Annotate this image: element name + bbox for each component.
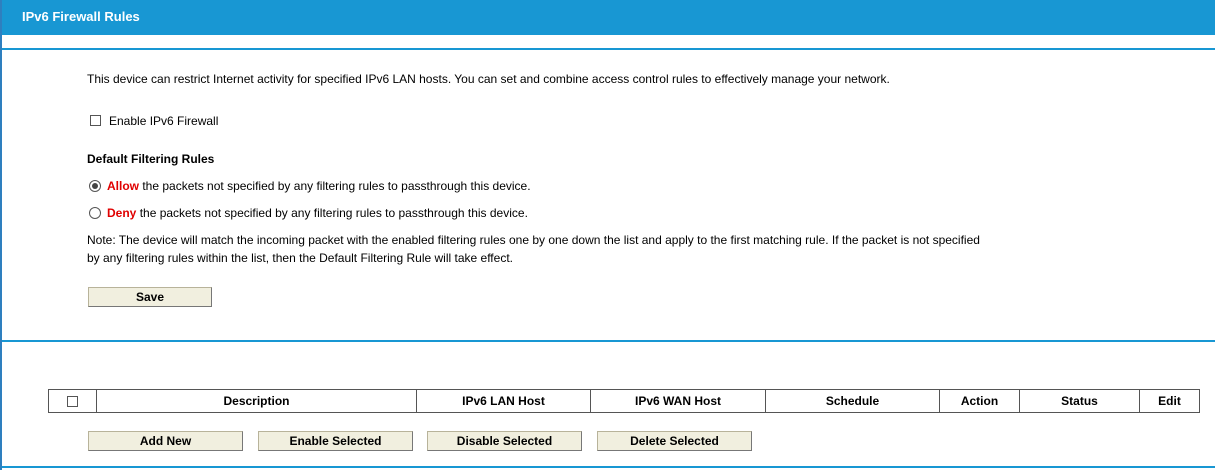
default-filtering-heading: Default Filtering Rules xyxy=(87,152,215,166)
delete-selected-button[interactable]: Delete Selected xyxy=(597,431,752,451)
column-lan-host: IPv6 LAN Host xyxy=(416,389,591,413)
select-all-cell xyxy=(48,389,97,413)
page-title: IPv6 Firewall Rules xyxy=(22,9,140,24)
deny-description: the packets not specified by any filteri… xyxy=(139,206,528,220)
note-line-1: Note: The device will match the incoming… xyxy=(87,233,980,247)
save-button[interactable]: Save xyxy=(88,287,212,307)
enable-selected-button[interactable]: Enable Selected xyxy=(258,431,413,451)
enable-ipv6-firewall-checkbox[interactable] xyxy=(90,115,101,126)
enable-ipv6-firewall-label: Enable IPv6 Firewall xyxy=(109,114,219,128)
header-bar: IPv6 Firewall Rules xyxy=(2,0,1215,35)
allow-radio[interactable] xyxy=(89,180,101,192)
deny-option: Deny the packets not specified by any fi… xyxy=(107,206,528,220)
select-all-checkbox[interactable] xyxy=(67,395,78,407)
column-wan-host: IPv6 WAN Host xyxy=(590,389,766,413)
column-edit: Edit xyxy=(1139,389,1200,413)
intro-text: This device can restrict Internet activi… xyxy=(87,72,890,86)
allow-option: Allow the packets not specified by any f… xyxy=(107,179,531,193)
rules-table: Description IPv6 LAN Host IPv6 WAN Host … xyxy=(48,389,1200,413)
note-line-2: by any filtering rules within the list, … xyxy=(87,251,513,265)
deny-word: Deny xyxy=(107,206,137,220)
allow-description: the packets not specified by any filteri… xyxy=(142,179,531,193)
bottom-divider xyxy=(2,466,1215,468)
column-action: Action xyxy=(939,389,1020,413)
header-divider xyxy=(2,48,1215,50)
left-frame-border xyxy=(0,0,2,470)
column-description: Description xyxy=(96,389,417,413)
disable-selected-button[interactable]: Disable Selected xyxy=(427,431,582,451)
table-header-row: Description IPv6 LAN Host IPv6 WAN Host … xyxy=(48,389,1200,413)
allow-word: Allow xyxy=(107,179,139,193)
deny-radio[interactable] xyxy=(89,207,101,219)
add-new-button[interactable]: Add New xyxy=(88,431,243,451)
column-schedule: Schedule xyxy=(765,389,940,413)
section-divider xyxy=(2,340,1215,342)
column-status: Status xyxy=(1019,389,1140,413)
